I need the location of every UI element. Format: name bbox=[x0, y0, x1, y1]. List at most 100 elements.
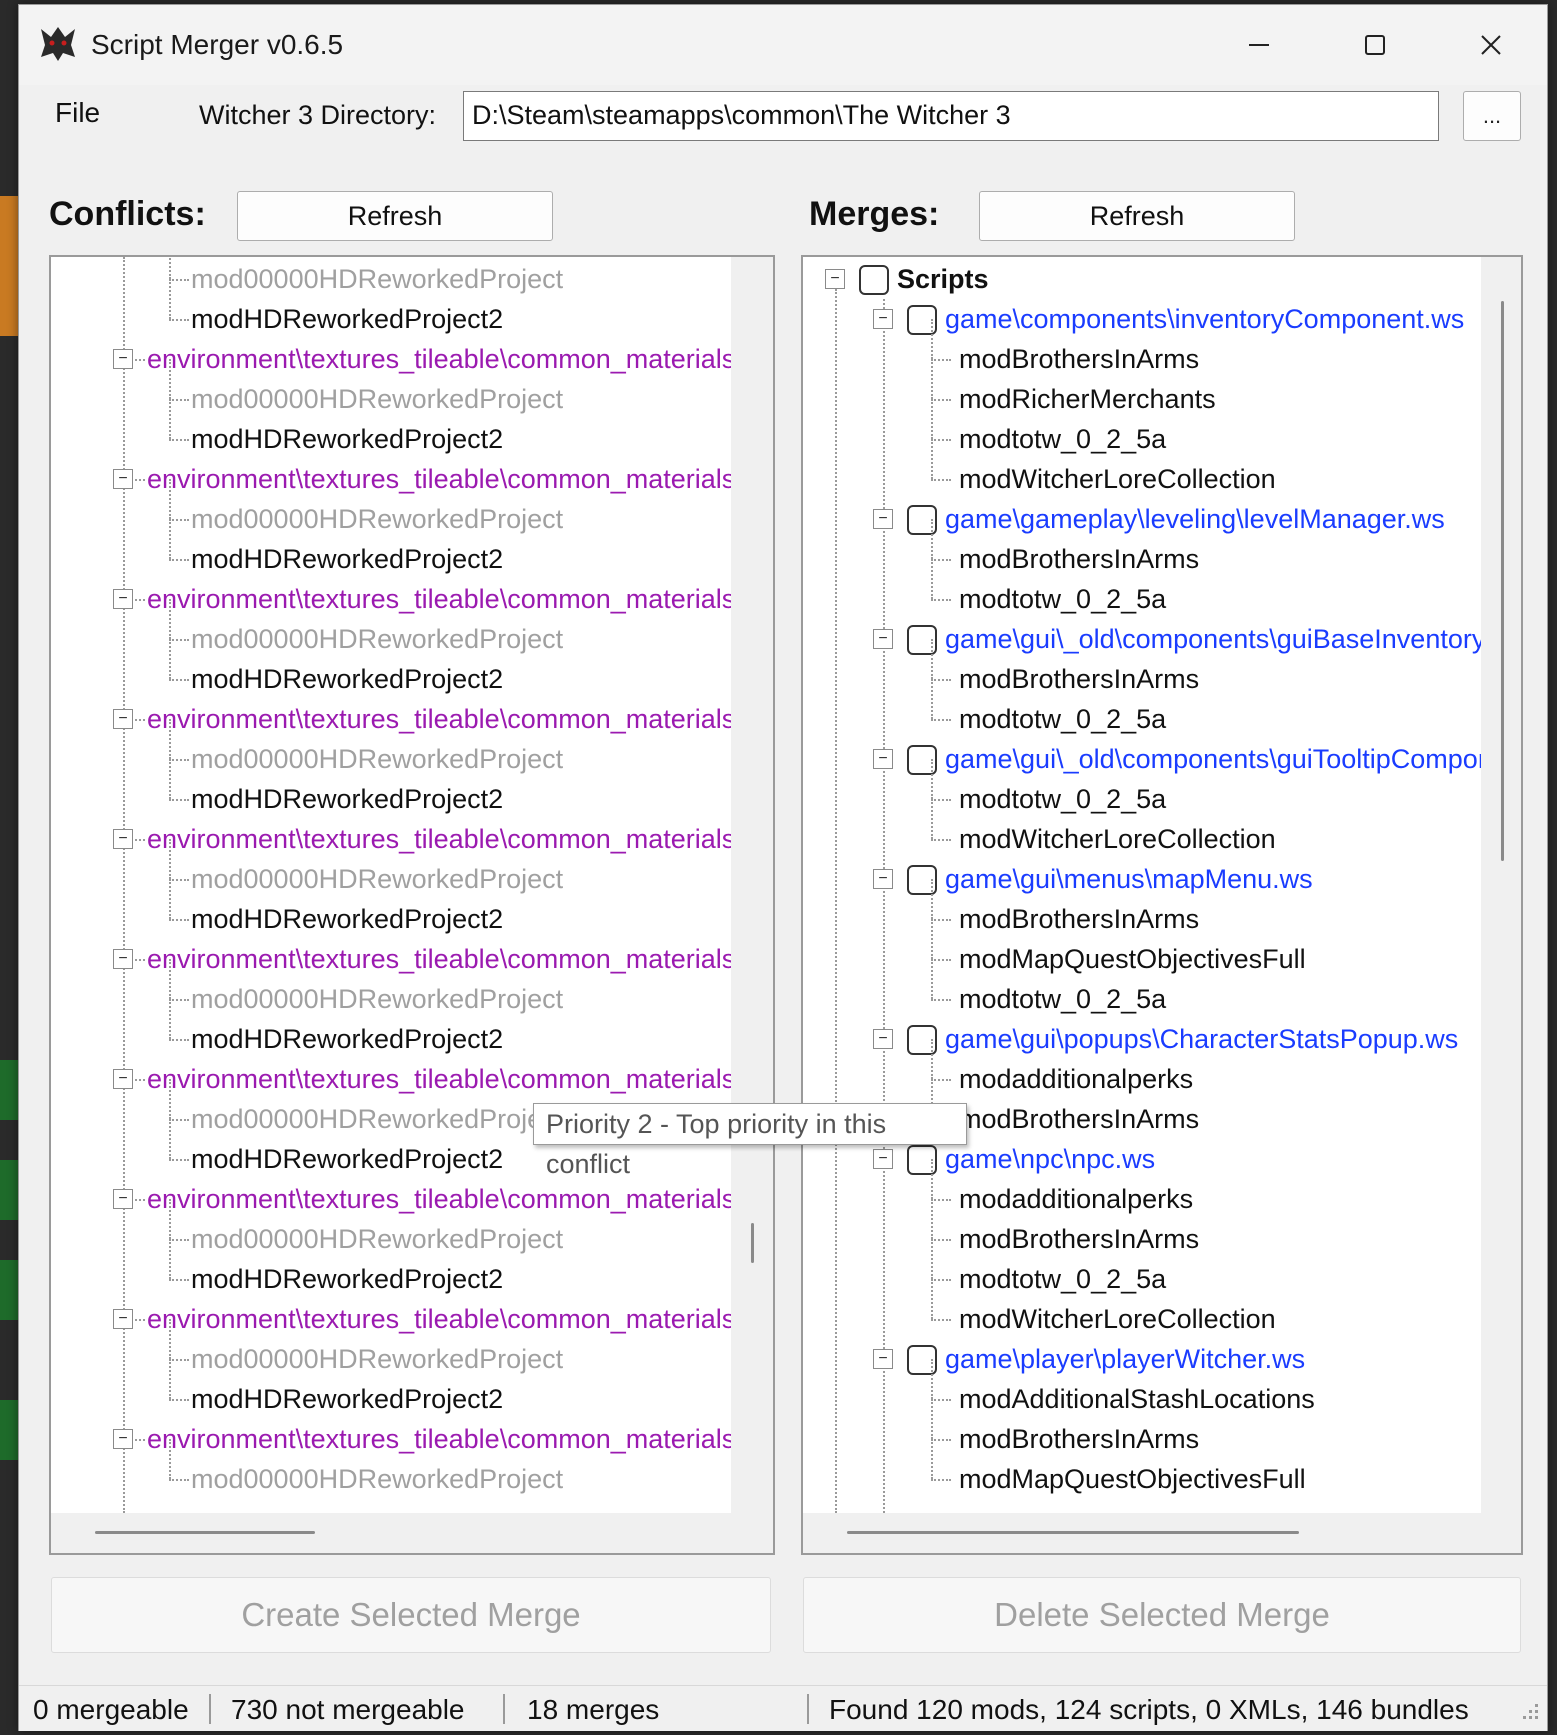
conflicts-tree[interactable]: mod00000HDReworkedProject modHDReworkedPr… bbox=[49, 255, 775, 1555]
merges-vertical-scroll-thumb[interactable] bbox=[1501, 301, 1504, 861]
collapse-icon[interactable]: − bbox=[873, 509, 893, 529]
merge-script-row[interactable]: − game\gui\popups\CharacterStatsPopup.ws bbox=[803, 1019, 1521, 1059]
directory-field[interactable]: D:\Steam\steamapps\common\The Witcher 3 bbox=[463, 91, 1439, 141]
merges-vertical-scrollbar[interactable] bbox=[1481, 257, 1521, 1513]
collapse-icon[interactable]: − bbox=[113, 1069, 133, 1089]
merge-mod-row[interactable]: modWitcherLoreCollection bbox=[803, 439, 1521, 499]
merge-mod-row[interactable]: modBrothersInArms bbox=[803, 1199, 1521, 1259]
collapse-icon[interactable]: − bbox=[113, 709, 133, 729]
merges-tree[interactable]: − Scripts − game\components\inventoryCompon… bbox=[801, 255, 1523, 1555]
conflict-group-row[interactable]: − environment\textures_tileable\common_ma… bbox=[51, 339, 773, 379]
conflict-mod-row[interactable]: modHDReworkedProject2 bbox=[51, 519, 773, 579]
conflicts-horizontal-scroll-thumb[interactable] bbox=[95, 1531, 315, 1534]
conflict-mod-row[interactable]: modHDReworkedProject2 bbox=[51, 399, 773, 459]
merge-mod-row[interactable]: modBrothersInArms bbox=[803, 639, 1521, 699]
merge-mod-row[interactable]: modtotw_0_2_5a bbox=[803, 559, 1521, 619]
collapse-icon[interactable]: − bbox=[873, 869, 893, 889]
conflict-mod-row[interactable]: modHDReworkedProject2 bbox=[51, 1119, 773, 1179]
conflict-mod-row[interactable]: mod00000HDReworkedProject bbox=[51, 959, 773, 1019]
merge-mod-row[interactable]: modWitcherLoreCollection bbox=[803, 1279, 1521, 1339]
checkbox[interactable] bbox=[859, 265, 889, 295]
conflict-group-row[interactable]: − environment\textures_tileable\common_ma… bbox=[51, 459, 773, 499]
delete-merge-button[interactable]: Delete Selected Merge bbox=[803, 1577, 1521, 1653]
conflict-mod-row[interactable]: mod00000HDReworkedProject bbox=[51, 359, 773, 419]
conflict-mod-row[interactable]: modHDReworkedProject2 bbox=[51, 1239, 773, 1299]
merge-mod-row[interactable]: modBrothersInArms bbox=[803, 519, 1521, 579]
merge-script-row[interactable]: − game\player\playerWitcher.ws bbox=[803, 1339, 1521, 1379]
maximize-button[interactable] bbox=[1317, 5, 1433, 85]
conflict-mod-row[interactable]: mod00000HDReworkedProject bbox=[51, 479, 773, 539]
conflict-mod-row[interactable]: modHDReworkedProject2 bbox=[51, 279, 773, 339]
conflict-group-row[interactable]: − environment\textures_tileable\common_ma… bbox=[51, 1179, 773, 1219]
conflict-group-row[interactable]: − environment\textures_tileable\common_ma… bbox=[51, 699, 773, 739]
minimize-button[interactable] bbox=[1201, 5, 1317, 85]
collapse-icon[interactable]: − bbox=[113, 589, 133, 609]
conflict-group-row[interactable]: − environment\textures_tileable\common_ma… bbox=[51, 939, 773, 979]
conflict-mod-row[interactable]: modHDReworkedProject2 bbox=[51, 759, 773, 819]
merge-mod-row[interactable]: modtotw_0_2_5a bbox=[803, 759, 1521, 819]
collapse-icon[interactable]: − bbox=[113, 829, 133, 849]
conflict-group-row[interactable]: − environment\textures_tileable\common_ma… bbox=[51, 1299, 773, 1339]
merges-horizontal-scrollbar[interactable] bbox=[803, 1513, 1521, 1553]
merge-script-row[interactable]: − game\npc\npc.ws bbox=[803, 1139, 1521, 1179]
collapse-icon[interactable]: − bbox=[873, 749, 893, 769]
collapse-icon[interactable]: − bbox=[873, 1149, 893, 1169]
conflict-mod-row[interactable]: modHDReworkedProject2 bbox=[51, 1359, 773, 1419]
merge-script-row[interactable]: − game\gui\_old\components\guiTooltipComp… bbox=[803, 739, 1521, 779]
conflicts-refresh-button[interactable]: Refresh bbox=[237, 191, 553, 241]
conflict-group-row[interactable]: − environment\textures_tileable\common_ma… bbox=[51, 579, 773, 619]
conflict-mod-row[interactable]: mod00000HDReworkedProject bbox=[51, 257, 773, 299]
merges-refresh-button[interactable]: Refresh bbox=[979, 191, 1295, 241]
merge-script-row[interactable]: − game\gui\menus\mapMenu.ws bbox=[803, 859, 1521, 899]
conflict-mod-row[interactable]: modHDReworkedProject2 bbox=[51, 639, 773, 699]
collapse-icon[interactable]: − bbox=[873, 1029, 893, 1049]
conflict-mod-row[interactable]: mod00000HDReworkedProject bbox=[51, 1319, 773, 1379]
collapse-icon[interactable]: − bbox=[825, 269, 845, 289]
merge-script-row[interactable]: − game\gameplay\leveling\levelManager.ws bbox=[803, 499, 1521, 539]
conflict-mod-row[interactable]: mod00000HDReworkedProject bbox=[51, 719, 773, 779]
conflicts-vertical-scroll-thumb[interactable] bbox=[751, 1223, 754, 1263]
merge-script-row[interactable]: − game\gui\_old\components\guiBaseInvento… bbox=[803, 619, 1521, 659]
merge-mod-row[interactable]: modtotw_0_2_5a bbox=[803, 1239, 1521, 1299]
conflicts-vertical-scrollbar[interactable] bbox=[731, 257, 773, 1513]
merge-mod-row[interactable]: modRicherMerchants bbox=[803, 359, 1521, 419]
merge-mod-row[interactable]: modMapQuestObjectivesFull bbox=[803, 919, 1521, 979]
collapse-icon[interactable]: − bbox=[873, 629, 893, 649]
merge-mod-row[interactable]: modAdditionalStashLocations bbox=[803, 1359, 1521, 1419]
collapse-icon[interactable]: − bbox=[113, 469, 133, 489]
collapse-icon[interactable]: − bbox=[113, 1309, 133, 1329]
conflict-group-row[interactable]: − environment\textures_tileable\common_ma… bbox=[51, 1419, 773, 1459]
merges-root-row[interactable]: − Scripts bbox=[803, 259, 1521, 299]
merge-mod-row[interactable]: modtotw_0_2_5a bbox=[803, 399, 1521, 459]
merge-mod-row[interactable]: modtotw_0_2_5a bbox=[803, 959, 1521, 1019]
merge-mod-row[interactable]: modBrothersInArms bbox=[803, 1399, 1521, 1459]
merge-mod-row[interactable]: modBrothersInArms bbox=[803, 879, 1521, 939]
merge-mod-row[interactable]: modBrothersInArms bbox=[803, 319, 1521, 379]
conflict-mod-row[interactable]: modHDReworkedProject2 bbox=[51, 879, 773, 939]
conflict-mod-row[interactable]: mod00000HDReworkedProject bbox=[51, 839, 773, 899]
collapse-icon[interactable]: − bbox=[113, 349, 133, 369]
merge-mod-row[interactable]: modtotw_0_2_5a bbox=[803, 679, 1521, 739]
collapse-icon[interactable]: − bbox=[873, 309, 893, 329]
collapse-icon[interactable]: − bbox=[113, 1189, 133, 1209]
resize-grip-icon[interactable] bbox=[1515, 1700, 1541, 1726]
merge-mod-row[interactable]: modadditionalperks bbox=[803, 1159, 1521, 1219]
collapse-icon[interactable]: − bbox=[113, 949, 133, 969]
merges-horizontal-scroll-thumb[interactable] bbox=[847, 1531, 1299, 1534]
conflict-mod-row[interactable]: mod00000HDReworkedProject bbox=[51, 1439, 773, 1499]
close-button[interactable] bbox=[1433, 5, 1549, 85]
collapse-icon[interactable]: − bbox=[873, 1349, 893, 1369]
browse-button[interactable]: ... bbox=[1463, 91, 1521, 141]
merge-script-row[interactable]: − game\components\inventoryComponent.ws bbox=[803, 299, 1521, 339]
create-merge-button[interactable]: Create Selected Merge bbox=[51, 1577, 771, 1653]
conflict-group-row[interactable]: − environment\textures_tileable\common_ma… bbox=[51, 819, 773, 859]
merge-mod-row[interactable]: modadditionalperks bbox=[803, 1039, 1521, 1099]
conflict-mod-row[interactable]: mod00000HDReworkedProject bbox=[51, 599, 773, 659]
menu-file[interactable]: File bbox=[55, 97, 100, 129]
merge-mod-row[interactable]: modMapQuestObjectivesFull bbox=[803, 1439, 1521, 1499]
conflicts-horizontal-scrollbar[interactable] bbox=[51, 1513, 773, 1553]
conflict-mod-row[interactable]: modHDReworkedProject2 bbox=[51, 999, 773, 1059]
conflict-mod-row[interactable]: mod00000HDReworkedProject bbox=[51, 1199, 773, 1259]
merge-mod-row[interactable]: modWitcherLoreCollection bbox=[803, 799, 1521, 859]
collapse-icon[interactable]: − bbox=[113, 1429, 133, 1449]
